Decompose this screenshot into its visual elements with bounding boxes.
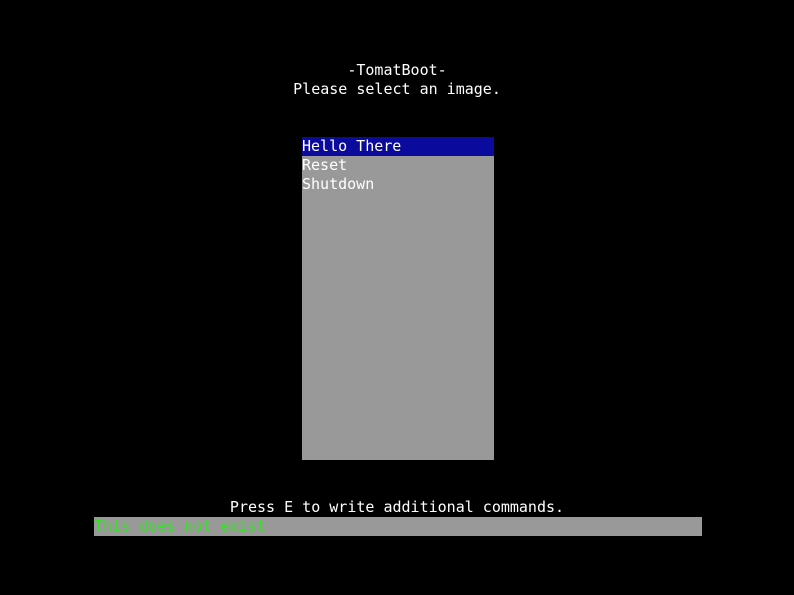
command-line-text: This does not exist [94,517,266,535]
edit-commands-hint: Press E to write additional commands. [229,498,565,516]
menu-item-shutdown[interactable]: Shutdown [302,175,494,194]
boot-image-menu: Hello There Reset Shutdown [302,137,494,460]
select-image-prompt: Please select an image. [293,80,501,98]
bootloader-title: -TomatBoot- [347,61,447,79]
menu-item-reset[interactable]: Reset [302,156,494,175]
menu-item-hello-there[interactable]: Hello There [302,137,494,156]
boot-screen: -TomatBoot- Please select an image. Hell… [0,0,794,595]
command-line-input[interactable]: This does not exist [94,517,702,536]
